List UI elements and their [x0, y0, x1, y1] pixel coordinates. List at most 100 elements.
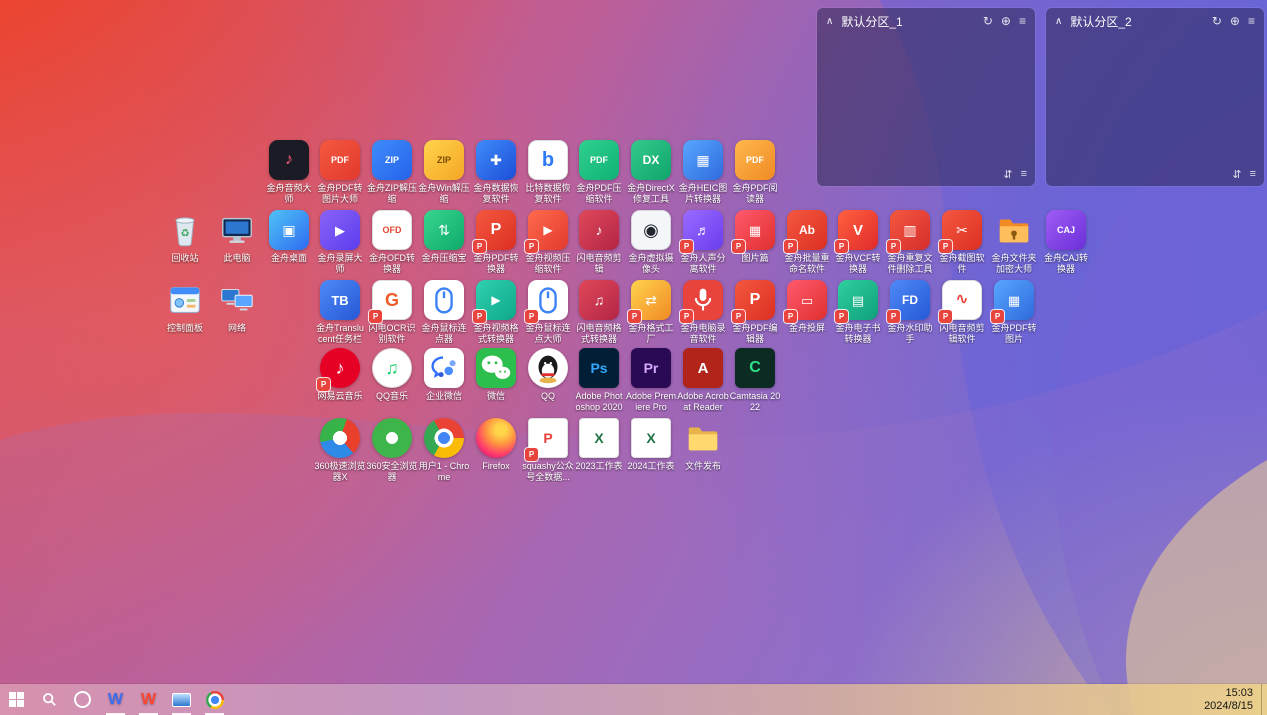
app-icon-tile [165, 280, 205, 320]
desktop-icon-金舟桌面[interactable]: ▣金舟桌面 [263, 210, 315, 264]
collapse-chevron-icon[interactable]: ∧ [1055, 16, 1062, 27]
desktop-icon-闪电音频格式转换器[interactable]: ♫闪电音频格式转换器 [573, 280, 625, 344]
panel-body[interactable] [1046, 34, 1264, 164]
desktop-icon-金舟鼠标连点大师[interactable]: P金舟鼠标连点大师 [522, 280, 574, 344]
app-icon-glyph: PDF [590, 156, 608, 165]
desktop-icon-金舟重复文件删除工具[interactable]: ▥P金舟重复文件删除工具 [884, 210, 936, 274]
desktop-icon-金舟录屏大师[interactable]: ▶金舟录屏大师 [314, 210, 366, 274]
desktop-icon-label: 金舟Translucent任务栏 [314, 323, 366, 344]
desktop-icon-金舟格式工厂[interactable]: ⇄P金舟格式工厂 [625, 280, 677, 344]
desktop-icon-Firefox[interactable]: Firefox [470, 418, 522, 472]
desktop-icon-金舟Win解压缩[interactable]: ZIP金舟Win解压缩 [418, 140, 470, 204]
taskbar-clock[interactable]: 15:03 2024/8/15 [1204, 687, 1261, 713]
menu-icon[interactable]: ≡ [1248, 14, 1255, 28]
desktop-icon-金舟PDF转图片[interactable]: ▦P金舟PDF转图片 [988, 280, 1040, 344]
taskbar-app-wps-writer[interactable]: W [99, 684, 132, 715]
desktop-icon-金舟HEIC图片转换器[interactable]: ▦金舟HEIC图片转换器 [677, 140, 729, 204]
desktop-icon-闪电音频剪辑软件[interactable]: ∿P闪电音频剪辑软件 [936, 280, 988, 344]
taskbar-app-wps-office[interactable]: W [132, 684, 165, 715]
show-desktop-button[interactable] [1261, 684, 1267, 715]
taskbar-app-chrome[interactable] [198, 684, 231, 715]
jinzhou-p-badge: P [525, 310, 538, 323]
desktop-icon-企业微信[interactable]: 企业微信 [418, 348, 470, 402]
search-button[interactable] [33, 684, 66, 715]
desktop-icon-金舟水印助手[interactable]: FDP金舟水印助手 [884, 280, 936, 344]
desktop-icon-网易云音乐[interactable]: ♪P网易云音乐 [314, 348, 366, 402]
desktop-icon-金舟电脑录音软件[interactable]: P金舟电脑录音软件 [677, 280, 729, 344]
desktop-icon-金舟ZIP解压缩[interactable]: ZIP金舟ZIP解压缩 [366, 140, 418, 204]
desktop-icon-金舟虚拟摄像头[interactable]: ◉金舟虚拟摄像头 [625, 210, 677, 274]
desktop-icon-金舟OFD转换器[interactable]: OFD金舟OFD转换器 [366, 210, 418, 274]
desktop-icon-label: Adobe Acrobat Reader [677, 391, 729, 412]
panel-body[interactable] [817, 34, 1035, 164]
panel-header[interactable]: ∧ 默认分区_2 ↻ ⊕ ≡ [1046, 8, 1264, 34]
desktop-icon-金舟VCF转换器[interactable]: VP金舟VCF转换器 [832, 210, 884, 274]
sort-order-icon[interactable]: ⇵ [1232, 168, 1241, 181]
desktop-icon-金舟DirectX修复工具[interactable]: DX金舟DirectX修复工具 [625, 140, 677, 204]
desktop-icon-360安全浏览器[interactable]: 360安全浏览器 [366, 418, 418, 482]
desktop-icon-回收站[interactable]: ♻回收站 [159, 210, 211, 264]
desktop-icon-QQ[interactable]: QQ [522, 348, 574, 402]
desktop-icon-金舟电子书转换器[interactable]: ▤P金舟电子书转换器 [832, 280, 884, 344]
sort-order-icon[interactable]: ⇵ [1003, 168, 1012, 181]
desktop-icon-2023工作表[interactable]: X2023工作表 [573, 418, 625, 472]
desktop-icon-图片篇[interactable]: ▦P图片篇 [729, 210, 781, 264]
desktop-icon-QQ音乐[interactable]: ♫QQ音乐 [366, 348, 418, 402]
desktop-icon-360极速浏览器X[interactable]: 360极速浏览器X [314, 418, 366, 482]
desktop-icon-闪电音频剪辑[interactable]: ♪闪电音频剪辑 [573, 210, 625, 274]
desktop-icon-squashy公众号全数据...[interactable]: PPsquashy公众号全数据... [522, 418, 574, 482]
desktop-icon-金舟截图软件[interactable]: ✂P金舟截图软件 [936, 210, 988, 274]
refresh-icon[interactable]: ↻ [1212, 14, 1222, 28]
desktop-icon-闪电OCR识别软件[interactable]: GP闪电OCR识别软件 [366, 280, 418, 344]
desktop-icon-比特数据恢复软件[interactable]: b比特数据恢复软件 [522, 140, 574, 204]
desktop-icon-Adobe Premiere Pro[interactable]: PrAdobe Premiere Pro [625, 348, 677, 412]
collapse-chevron-icon[interactable]: ∧ [826, 16, 833, 27]
app-icon-tile: ♻ [165, 210, 205, 250]
start-button[interactable] [0, 684, 33, 715]
desktop-icon-用户1 - Chrome[interactable]: 用户1 - Chrome [418, 418, 470, 482]
refresh-icon[interactable]: ↻ [983, 14, 993, 28]
app-icon-tile: ✂P [942, 210, 982, 250]
desktop-icon-金舟投屏[interactable]: ▭P金舟投屏 [781, 280, 833, 334]
desktop-icon-金舟数据恢复软件[interactable]: ✚金舟数据恢复软件 [470, 140, 522, 204]
desktop-icon-2024工作表[interactable]: X2024工作表 [625, 418, 677, 472]
desktop-icon-金舟人声分离软件[interactable]: ♬P金舟人声分离软件 [677, 210, 729, 274]
cortana-button[interactable] [66, 684, 99, 715]
desktop-icon-金舟PDF转图片大师[interactable]: PDF金舟PDF转图片大师 [314, 140, 366, 204]
desktop-icon-label: 2024工作表 [625, 461, 677, 472]
desktop-icon-文件发布[interactable]: 文件发布 [677, 418, 729, 472]
desktop-icon-金舟PDF编辑器[interactable]: PP金舟PDF编辑器 [729, 280, 781, 344]
desktop-icon-金舟音频大师[interactable]: ♪金舟音频大师 [263, 140, 315, 204]
desktop-icon-Adobe Acrobat Reader[interactable]: AAdobe Acrobat Reader [677, 348, 729, 412]
app-icon-glyph: ♪ [285, 152, 293, 168]
view-mode-icon[interactable]: ≡ [1021, 168, 1027, 181]
desktop-icon-Adobe Photoshop 2020[interactable]: PsAdobe Photoshop 2020 [573, 348, 625, 412]
taskbar-app-photos[interactable] [165, 684, 198, 715]
desktop-icon-此电脑[interactable]: 此电脑 [211, 210, 263, 264]
cortana-ring-icon [74, 691, 91, 708]
desktop-icon-label: 金舟PDF转换器 [470, 253, 522, 274]
desktop-icon-金舟视频压缩软件[interactable]: ▶P金舟视频压缩软件 [522, 210, 574, 274]
desktop-icon-金舟PDF转换器[interactable]: PP金舟PDF转换器 [470, 210, 522, 274]
desktop-icon-金舟PDF阅读器[interactable]: PDF金舟PDF阅读器 [729, 140, 781, 204]
view-mode-icon[interactable]: ≡ [1250, 168, 1256, 181]
desktop-icon-金舟压缩宝[interactable]: ⇅金舟压缩宝 [418, 210, 470, 264]
add-icon[interactable]: ⊕ [1230, 14, 1240, 28]
desktop-icon-label: QQ [522, 391, 574, 402]
partition-panel-1: ∧ 默认分区_1 ↻ ⊕ ≡ ⇵ ≡ [817, 8, 1035, 186]
desktop-icon-Camtasia 2022[interactable]: CCamtasia 2022 [729, 348, 781, 412]
desktop-icon-金舟视频格式转换器[interactable]: ▶P金舟视频格式转换器 [470, 280, 522, 344]
desktop-icon-金舟文件夹加密大师[interactable]: 金舟文件夹加密大师 [988, 210, 1040, 274]
menu-icon[interactable]: ≡ [1019, 14, 1026, 28]
desktop-icon-金舟Translucent任务栏[interactable]: TB金舟Translucent任务栏 [314, 280, 366, 344]
add-icon[interactable]: ⊕ [1001, 14, 1011, 28]
desktop-icon-金舟CAJ转换器[interactable]: CAJ金舟CAJ转换器 [1040, 210, 1092, 274]
desktop-icon-金舟PDF压缩软件[interactable]: PDF金舟PDF压缩软件 [573, 140, 625, 204]
desktop-icon-网络[interactable]: 网络 [211, 280, 263, 334]
desktop-icon-微信[interactable]: 微信 [470, 348, 522, 402]
app-icon-glyph: ▤ [852, 294, 864, 307]
panel-header[interactable]: ∧ 默认分区_1 ↻ ⊕ ≡ [817, 8, 1035, 34]
desktop-icon-金舟批量重命名软件[interactable]: AbP金舟批量重命名软件 [781, 210, 833, 274]
desktop-icon-金舟鼠标连点器[interactable]: 金舟鼠标连点器 [418, 280, 470, 344]
desktop-icon-控制面板[interactable]: 控制面板 [159, 280, 211, 334]
